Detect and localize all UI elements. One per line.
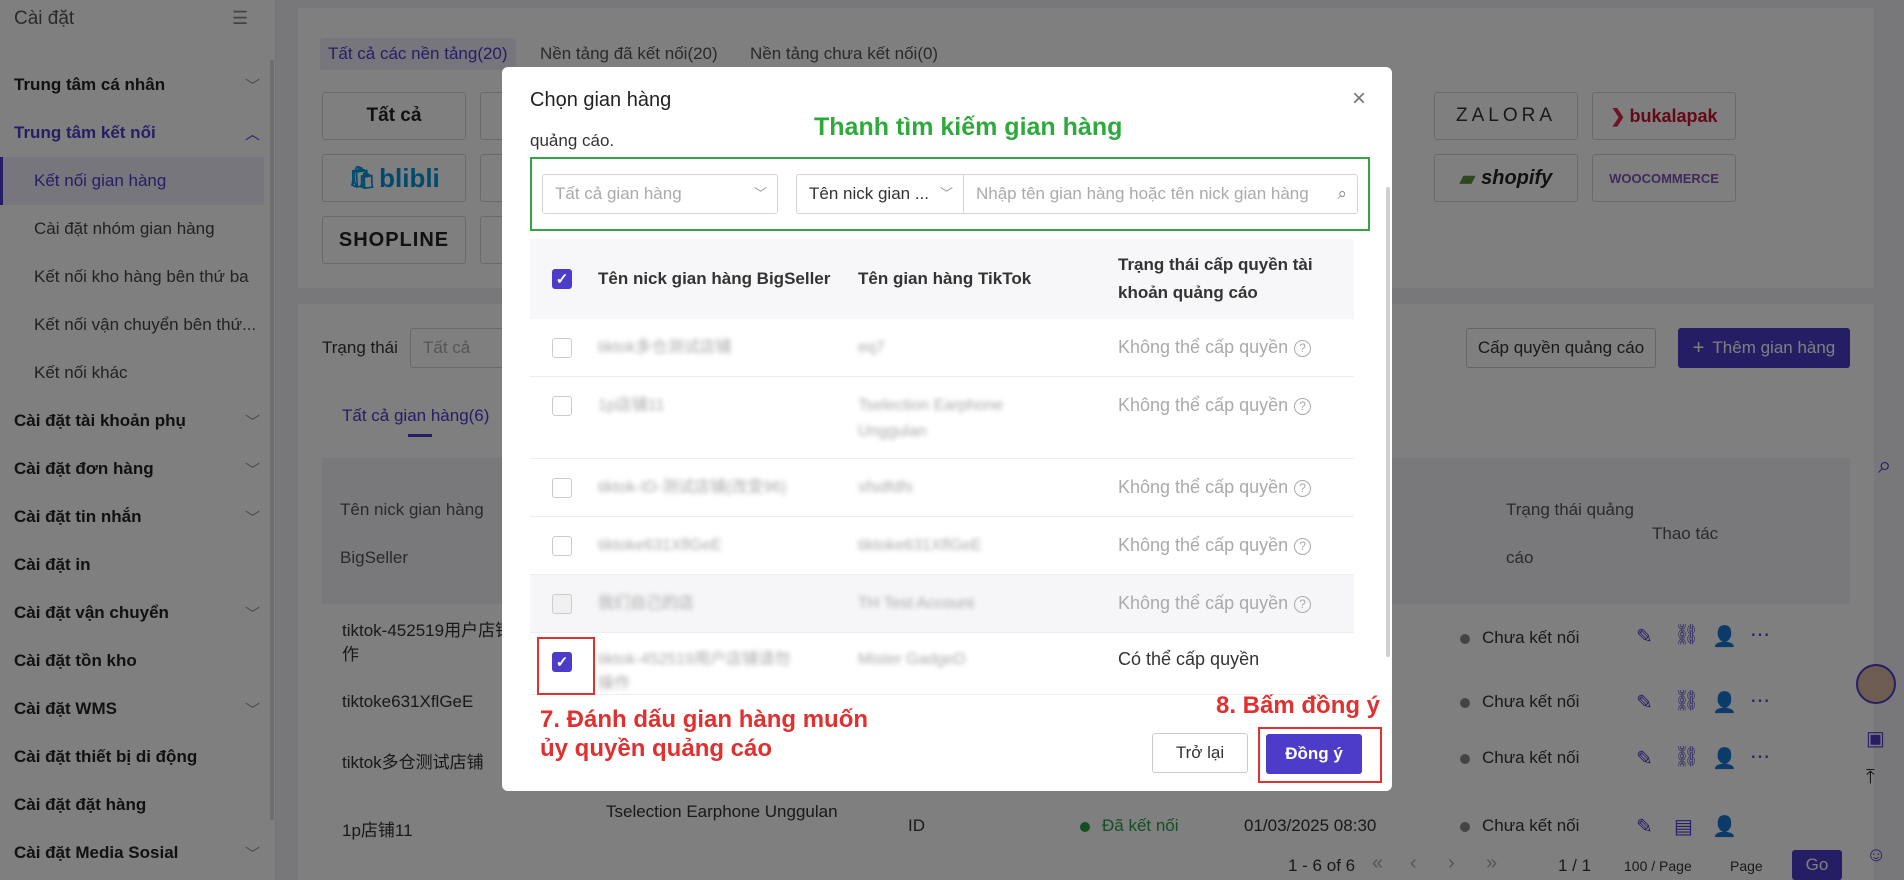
row-permission: Không thể cấp quyền? bbox=[1118, 593, 1312, 614]
dialog-scrollbar[interactable] bbox=[1386, 187, 1390, 657]
select-store-dialog: Chọn gian hàng × Thanh tìm kiếm gian hàn… bbox=[502, 67, 1392, 791]
back-button[interactable]: Trở lại bbox=[1152, 733, 1248, 773]
row-shop: Tselection Earphone bbox=[858, 397, 1003, 414]
row-checkbox[interactable] bbox=[552, 338, 572, 358]
select-all-checkbox[interactable]: ✓ bbox=[552, 269, 572, 289]
row-permission: Không thể cấp quyền? bbox=[1118, 395, 1312, 416]
table-row[interactable]: ✓ tiktok-452519用户店铺请勿 操作 Mister GadgeD C… bbox=[530, 633, 1354, 695]
search-bar-highlight: Tất cả gian hàng ﹀ Tên nick gian ... ﹀ Nhậ… bbox=[530, 157, 1370, 231]
row-permission: Không thể cấp quyền? bbox=[1118, 477, 1312, 498]
row-checkbox[interactable] bbox=[552, 536, 572, 556]
permission-text: Không thể cấp quyền bbox=[1118, 395, 1289, 415]
select-value: Tất cả gian hàng bbox=[555, 184, 682, 203]
search-placeholder: Nhập tên gian hàng hoặc tên nick gian hà… bbox=[976, 184, 1309, 203]
help-icon[interactable]: ? bbox=[1294, 339, 1312, 357]
row-shop: TH Test Account bbox=[858, 595, 975, 612]
row-nick-2: 操作 bbox=[598, 675, 631, 692]
row-nick: tiktok-ID-测试店铺(改变96) bbox=[598, 479, 787, 496]
permission-text: Không thể cấp quyền bbox=[1118, 535, 1289, 555]
row-checkbox[interactable] bbox=[552, 478, 572, 498]
row-shop: eq7 bbox=[858, 339, 885, 356]
row-nick: 我们自己的店 bbox=[598, 595, 695, 612]
chevron-down-icon: ﹀ bbox=[753, 186, 767, 201]
search-icon[interactable]: ⌕ bbox=[1337, 175, 1347, 213]
annotation-search-bar: Thanh tìm kiếm gian hàng bbox=[814, 113, 1123, 141]
row-shop: sfsdfdfs bbox=[858, 479, 914, 496]
help-icon[interactable]: ? bbox=[1294, 479, 1312, 497]
row-shop-2: Unggulan bbox=[858, 423, 927, 440]
annotation-step-7: 7. Đánh dấu gian hàng muốn bbox=[540, 706, 869, 733]
row-checkbox[interactable] bbox=[552, 594, 572, 614]
col-bigseller-nick: Tên nick gian hàng BigSeller bbox=[598, 269, 831, 288]
col-tiktok-shop: Tên gian hàng TikTok bbox=[858, 269, 1032, 288]
help-icon[interactable]: ? bbox=[1294, 397, 1312, 415]
chevron-down-icon: ﹀ bbox=[939, 186, 953, 201]
permission-text: Không thể cấp quyền bbox=[1118, 593, 1289, 613]
store-select[interactable]: Tất cả gian hàng ﹀ bbox=[542, 174, 778, 214]
dialog-title: Chọn gian hàng bbox=[530, 89, 672, 111]
row-shop: tiktoke631XflGeE bbox=[858, 537, 982, 554]
permission-text: Không thể cấp quyền bbox=[1118, 477, 1289, 497]
row-permission: Không thể cấp quyền? bbox=[1118, 337, 1312, 358]
row-permission: Có thể cấp quyền bbox=[1118, 649, 1260, 669]
select-value: Tên nick gian ... bbox=[809, 184, 930, 203]
dialog-description: quảng cáo. bbox=[530, 131, 615, 150]
dialog-table-header: ✓ Tên nick gian hàng BigSeller Tên gian … bbox=[530, 239, 1354, 319]
row-nick: 1p店铺11 bbox=[598, 397, 665, 414]
annotation-step-8: 8. Bấm đồng ý bbox=[1216, 692, 1381, 719]
annotation-checkbox-highlight bbox=[537, 637, 595, 695]
table-row[interactable]: tiktok-ID-测试店铺(改变96) sfsdfdfs Không thể … bbox=[530, 459, 1354, 517]
help-icon[interactable]: ? bbox=[1294, 595, 1312, 613]
permission-text: Không thể cấp quyền bbox=[1118, 337, 1289, 357]
annotation-step-7-line2: ủy quyền quảng cáo bbox=[540, 735, 773, 762]
agree-button[interactable]: Đồng ý bbox=[1266, 734, 1362, 774]
store-search-input[interactable]: Nhập tên gian hàng hoặc tên nick gian hà… bbox=[963, 174, 1358, 214]
row-nick: tiktok多仓测试店铺 bbox=[598, 339, 732, 356]
table-row[interactable]: tiktok多仓测试店铺 eq7 Không thể cấp quyền? bbox=[530, 319, 1354, 377]
close-icon[interactable]: × bbox=[1352, 85, 1366, 113]
row-nick: tiktoke631XflGeE bbox=[598, 537, 722, 554]
col-ads-permission-2: khoản quảng cáo bbox=[1118, 283, 1258, 302]
search-field-select[interactable]: Tên nick gian ... ﹀ bbox=[796, 174, 964, 214]
row-nick: tiktok-452519用户店铺请勿 bbox=[598, 651, 791, 668]
col-ads-permission: Trạng thái cấp quyền tài bbox=[1118, 255, 1313, 274]
table-row[interactable]: tiktoke631XflGeE tiktoke631XflGeE Không … bbox=[530, 517, 1354, 575]
row-shop: Mister GadgeD bbox=[858, 651, 966, 668]
row-permission: Không thể cấp quyền? bbox=[1118, 535, 1312, 556]
row-checkbox[interactable] bbox=[552, 396, 572, 416]
table-row[interactable]: 1p店铺11 Tselection Earphone Unggulan Khôn… bbox=[530, 377, 1354, 459]
help-icon[interactable]: ? bbox=[1294, 537, 1312, 555]
table-row[interactable]: 我们自己的店 TH Test Account Không thể cấp quy… bbox=[530, 575, 1354, 633]
